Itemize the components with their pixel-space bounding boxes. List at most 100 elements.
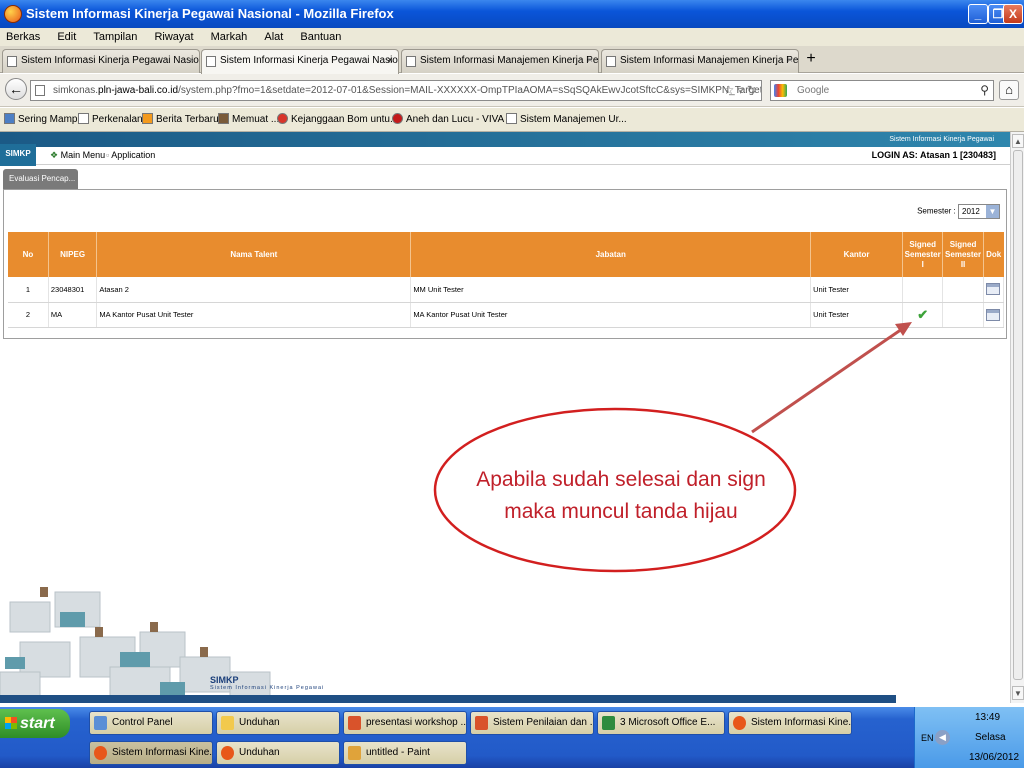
simkp-logo: SIMKP — [0, 144, 36, 166]
page-content: Sistem Informasi Kinerja Pegawai ❖ Main … — [0, 132, 1010, 703]
semester-label: Semester : — [917, 206, 956, 216]
firefox-icon — [94, 746, 107, 760]
back-button[interactable]: ← — [5, 78, 27, 100]
cell-jabatan: MA Kantor Pusat Unit Tester — [410, 302, 812, 328]
taskbar-item[interactable]: Control Panel — [89, 711, 213, 735]
page-icon — [206, 56, 216, 67]
viva-icon — [392, 113, 403, 124]
callout-text: Apabila sudah selesai dan sign maka munc… — [437, 464, 805, 528]
site-icon — [277, 113, 288, 124]
browser-tab[interactable]: Sistem Informasi Kinerja Pegawai Nasiona… — [2, 49, 200, 73]
chevron-down-icon: ▼ — [986, 205, 999, 218]
scrollbar-thumb[interactable] — [1013, 150, 1023, 680]
footer-subtitle: Sistem Informasi Kinerja Pegawai — [210, 685, 325, 691]
col-jabatan: Jabatan — [410, 232, 812, 277]
menu-bantuan[interactable]: Bantuan — [300, 31, 341, 43]
firefox-icon — [733, 716, 746, 730]
browser-tab-active[interactable]: Sistem Informasi Kinerja Pegawai Nasiona… — [201, 49, 399, 74]
tab-close-icon[interactable]: × — [587, 50, 593, 72]
bookmark-item[interactable]: Perkenalan — [78, 108, 143, 132]
table-row[interactable]: 1 23048301 Atasan 2 MM Unit Tester Unit … — [8, 277, 1005, 303]
home-icon[interactable]: ⌂ — [999, 80, 1019, 100]
url-host: pln-jawa-bali.co.id — [98, 85, 179, 96]
tab-strip: Sistem Informasi Kinerja Pegawai Nasiona… — [0, 46, 1024, 74]
tab-close-icon[interactable]: × — [387, 50, 393, 72]
navigation-bar: ← simkonas.pln-jawa-bali.co.id/system.ph… — [0, 74, 1024, 107]
minimize-button[interactable]: _ — [968, 4, 988, 24]
tab-label: Sistem Informasi Kinerja Pegawai Nasiona… — [220, 55, 399, 66]
menu-bar: Berkas Edit Tampilan Riwayat Markah Alat… — [0, 28, 1024, 46]
clock-date: 13/06/2012 — [969, 752, 1020, 763]
cell-dok — [983, 277, 1005, 303]
address-bar[interactable]: simkonas.pln-jawa-bali.co.id/system.php?… — [30, 80, 762, 101]
calendar-icon[interactable] — [986, 308, 1001, 321]
taskbar-item[interactable]: untitled - Paint — [343, 741, 467, 765]
taskbar-item-active[interactable]: Sistem Informasi Kine... — [89, 741, 213, 765]
bookmark-item[interactable]: Berita Terbaru — [142, 108, 219, 132]
menu-alat[interactable]: Alat — [264, 31, 283, 43]
taskbar-item[interactable]: 3 Microsoft Office E... — [597, 711, 725, 735]
url-prefix: simkonas. — [53, 85, 99, 96]
tab-close-icon[interactable]: × — [188, 50, 194, 72]
taskbar-item[interactable]: Unduhan — [216, 711, 340, 735]
green-check-icon: ✔ — [917, 306, 929, 322]
scroll-down-icon[interactable]: ▼ — [1012, 686, 1024, 700]
scroll-up-icon[interactable]: ▲ — [1012, 134, 1024, 148]
footer-bar — [0, 695, 896, 703]
callout-arrow-line — [751, 327, 903, 434]
cell-nama: MA Kantor Pusat Unit Tester — [96, 302, 412, 328]
page-icon — [35, 85, 45, 96]
calendar-icon[interactable] — [986, 283, 1001, 296]
login-info: LOGIN AS: Atasan 1 [230483] — [871, 150, 996, 160]
evaluation-panel: Semester : 2012 ▼ No NIPEG Nama Talent Ja… — [3, 189, 1007, 339]
language-indicator[interactable]: EN — [921, 733, 934, 743]
tray-expand-icon[interactable]: ◀ — [935, 730, 950, 745]
menu-markah[interactable]: Markah — [211, 31, 248, 43]
rss-icon — [142, 113, 153, 124]
application-link[interactable]: ▫ Application — [106, 147, 155, 163]
bookmark-item[interactable]: Sistem Manajemen Ur... — [506, 108, 627, 132]
table-row[interactable]: 2 MA MA Kantor Pusat Unit Tester MA Kant… — [8, 302, 1005, 328]
url-path: /system.php?fmo=1&setdate=2012-07-01&Ses… — [178, 85, 762, 96]
new-tab-button[interactable]: + — [802, 50, 820, 70]
taskbar-item[interactable]: Unduhan — [216, 741, 340, 765]
taskbar-item[interactable]: presentasi workshop ... — [343, 711, 467, 735]
cell-kantor: Unit Tester — [810, 302, 903, 328]
page-icon — [78, 113, 89, 124]
window-titlebar: Sistem Informasi Kinerja Pegawai Nasiona… — [0, 0, 1024, 28]
page-icon — [606, 56, 616, 67]
tab-close-icon[interactable]: × — [787, 50, 793, 72]
folder-icon — [221, 716, 234, 730]
search-icon[interactable]: ⚲ — [980, 81, 989, 100]
bookmark-item[interactable]: Memuat ... — [218, 108, 279, 132]
cell-signed-1: ✔ — [902, 302, 944, 328]
cell-jabatan: MM Unit Tester — [410, 277, 812, 303]
callout-line-1: Apabila sudah selesai dan sign — [476, 468, 766, 491]
menu-tampilan[interactable]: Tampilan — [93, 31, 137, 43]
semester-select[interactable]: 2012 ▼ — [958, 204, 1000, 219]
browser-tab[interactable]: Sistem Informasi Manajemen Kinerja Peg..… — [601, 49, 799, 73]
col-nama-talent: Nama Talent — [96, 232, 412, 277]
tab-evaluasi[interactable]: Evaluasi Pencap... — [3, 169, 78, 189]
start-button[interactable]: start — [0, 709, 70, 738]
vertical-scrollbar[interactable]: ▲ ▼ — [1010, 132, 1024, 703]
bookmark-item[interactable]: Sering Mampir — [4, 108, 83, 132]
bookmark-item[interactable]: Aneh dan Lucu - VIVA ... — [392, 108, 515, 132]
taskbar-item[interactable]: Sistem Penilaian dan ... — [470, 711, 594, 735]
search-input[interactable]: Google ⚲ — [770, 80, 994, 101]
page-icon — [7, 56, 17, 67]
menu-berkas[interactable]: Berkas — [6, 31, 40, 43]
cell-nipeg: MA — [48, 302, 98, 328]
semester-filter: Semester : 2012 ▼ — [917, 204, 1000, 219]
menu-riwayat[interactable]: Riwayat — [154, 31, 193, 43]
close-button[interactable]: X — [1003, 4, 1023, 24]
col-signed-1: Signed Semester I — [902, 232, 944, 277]
taskbar-item[interactable]: Sistem Informasi Kine... — [728, 711, 852, 735]
browser-tab[interactable]: Sistem Informasi Manajemen Kinerja Peg..… — [401, 49, 599, 73]
cell-no: 2 — [8, 302, 49, 328]
menu-edit[interactable]: Edit — [57, 31, 76, 43]
bookmark-star-icon[interactable]: ☆ ▿ ↻ — [723, 81, 757, 100]
main-menu-link[interactable]: ❖ Main Menu — [50, 147, 105, 163]
google-icon — [774, 84, 787, 97]
bookmark-item[interactable]: Kejanggaan Bom untu... — [277, 108, 398, 132]
